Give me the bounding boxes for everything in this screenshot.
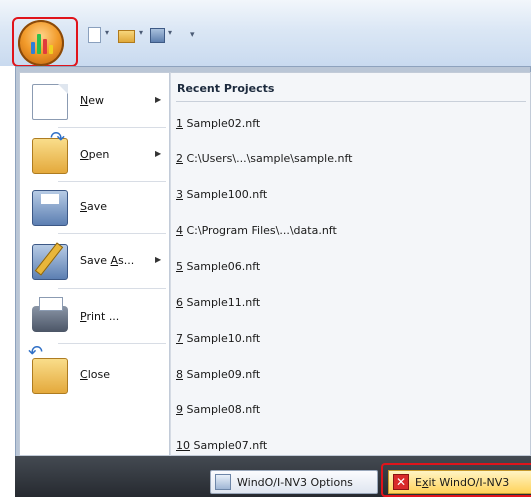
divider: [58, 288, 166, 289]
submenu-arrow-icon: ▶: [155, 95, 162, 104]
divider: [58, 233, 166, 234]
save-icon: [32, 190, 68, 226]
menu-item-label: Save: [80, 200, 108, 213]
recent-project-item[interactable]: 6 Sample11.nft: [176, 296, 516, 316]
divider: [58, 343, 166, 344]
close-icon: ✕: [393, 474, 409, 490]
recent-project-item[interactable]: 10 Sample07.nft: [176, 439, 516, 459]
menu-item-close[interactable]: ↶ Close: [20, 342, 169, 400]
recent-project-item[interactable]: 8 Sample09.nft: [176, 368, 516, 388]
app-logo-icon: [31, 32, 53, 54]
application-button[interactable]: [18, 20, 64, 66]
menu-item-new[interactable]: New ▶: [20, 76, 169, 126]
new-document-icon[interactable]: [88, 27, 101, 43]
save-icon[interactable]: [150, 28, 165, 43]
title-bar: [0, 0, 531, 66]
recent-project-item[interactable]: 4 C:\Program Files\...\data.nft: [176, 224, 516, 244]
menu-item-label: Save As...: [80, 254, 135, 267]
menu-item-print[interactable]: Print ...: [20, 292, 169, 342]
menu-item-label: Close: [80, 368, 110, 381]
options-button[interactable]: WindO/I-NV3 Options: [210, 470, 378, 494]
submenu-arrow-icon: ▶: [155, 149, 162, 158]
print-icon: [32, 297, 68, 332]
save-as-icon: [32, 244, 68, 280]
divider: [58, 127, 166, 128]
divider: [176, 101, 526, 102]
chevron-down-icon[interactable]: ▾: [168, 28, 172, 46]
chevron-down-icon[interactable]: ▾: [105, 28, 109, 46]
customize-qat-icon[interactable]: ▾: [190, 30, 196, 42]
menu-item-save[interactable]: Save: [20, 182, 169, 232]
submenu-arrow-icon: ▶: [155, 255, 162, 264]
options-icon: [215, 474, 231, 490]
recent-project-item[interactable]: 2 C:\Users\...\sample\sample.nft: [176, 152, 516, 172]
new-document-icon: [32, 84, 68, 120]
open-folder-icon[interactable]: [118, 30, 135, 43]
close-arrow-icon: ↶: [28, 342, 44, 363]
menu-item-save-as[interactable]: Save As... ▶: [20, 236, 169, 286]
open-arrow-icon: ↷: [50, 128, 66, 149]
menu-item-label: Print ...: [80, 310, 120, 323]
exit-button[interactable]: ✕ Exit WindO/I-NV3: [388, 470, 531, 494]
close-document-icon: [32, 358, 68, 394]
recent-project-item[interactable]: 7 Sample10.nft: [176, 332, 516, 352]
menu-item-label: Open: [80, 148, 110, 161]
chevron-down-icon[interactable]: ▾: [139, 28, 143, 46]
recent-projects-title: Recent Projects: [177, 82, 275, 95]
recent-project-item[interactable]: 9 Sample08.nft: [176, 403, 516, 423]
menu-item-label: New: [80, 94, 104, 107]
recent-project-item[interactable]: 5 Sample06.nft: [176, 260, 516, 280]
menu-item-open[interactable]: ↷ Open ▶: [20, 128, 169, 180]
recent-project-item[interactable]: 1 Sample02.nft: [176, 117, 516, 137]
recent-project-item[interactable]: 3 Sample100.nft: [176, 188, 516, 208]
